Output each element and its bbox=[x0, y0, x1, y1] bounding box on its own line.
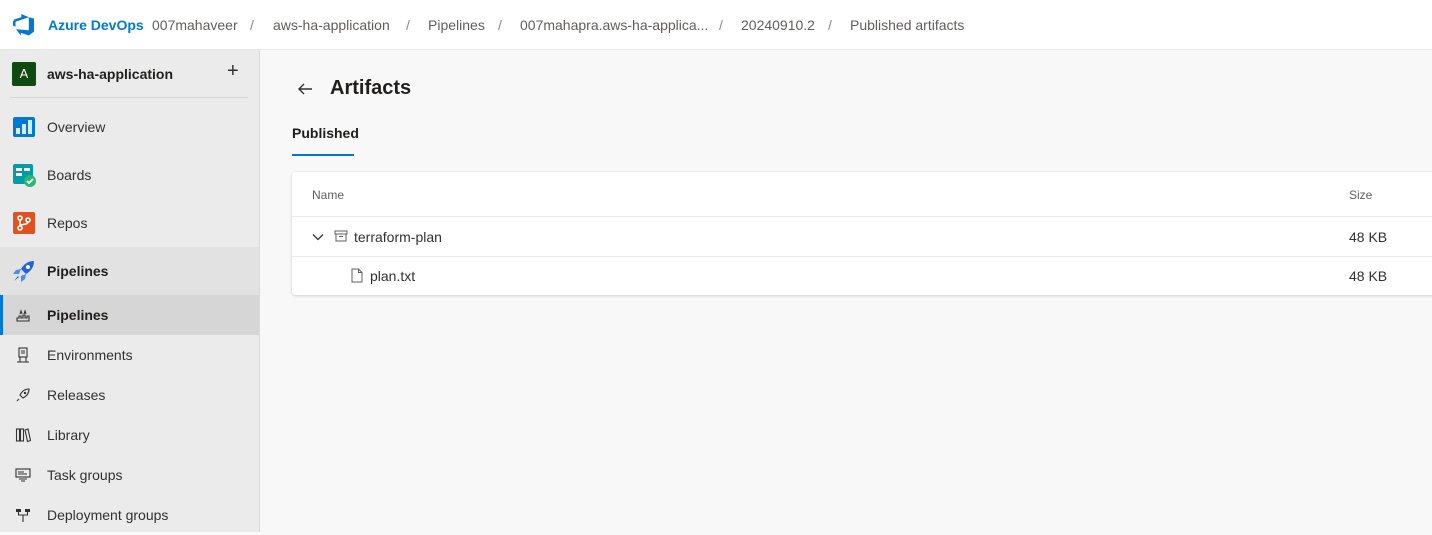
sidebar-subitem-library[interactable]: Library bbox=[0, 415, 259, 455]
tab-published[interactable]: Published bbox=[292, 125, 359, 141]
breadcrumb-organization[interactable]: 007mahaveer bbox=[152, 17, 238, 33]
sidebar-item-label: Pipelines bbox=[47, 263, 109, 279]
table-row[interactable]: plan.txt 48 KB bbox=[292, 256, 1432, 295]
azure-devops-logo-icon[interactable] bbox=[13, 14, 35, 36]
divider bbox=[10, 97, 248, 98]
sidebar: A aws-ha-application + Overview Boards R… bbox=[0, 50, 260, 532]
sidebar-subitem-environments[interactable]: Environments bbox=[0, 335, 259, 375]
sidebar-item-label: Pipelines bbox=[47, 307, 109, 323]
breadcrumb-run[interactable]: 20240910.2 bbox=[741, 17, 815, 33]
pipelines-icon bbox=[13, 261, 34, 282]
task-groups-icon bbox=[15, 468, 31, 482]
artifact-name[interactable]: terraform-plan bbox=[354, 229, 442, 245]
releases-icon bbox=[16, 388, 30, 402]
sidebar-item-label: Deployment groups bbox=[47, 507, 169, 523]
sidebar-item-label: Task groups bbox=[47, 467, 123, 483]
file-name[interactable]: plan.txt bbox=[370, 268, 415, 284]
breadcrumb-pipeline[interactable]: 007mahapra.aws-ha-applica... bbox=[520, 17, 708, 33]
main-content: Artifacts Published Name Size terraform-… bbox=[260, 50, 1432, 532]
column-header-size[interactable]: Size bbox=[1349, 188, 1372, 202]
sidebar-item-label: Repos bbox=[47, 215, 88, 231]
sidebar-item-label: Environments bbox=[47, 347, 133, 363]
file-size: 48 KB bbox=[1349, 268, 1388, 284]
overview-icon bbox=[13, 117, 35, 137]
artifact-size: 48 KB bbox=[1349, 229, 1388, 245]
artifact-icon bbox=[334, 230, 348, 242]
page-title: Artifacts bbox=[330, 77, 412, 99]
project-avatar: A bbox=[12, 62, 36, 86]
chevron-down-icon[interactable] bbox=[311, 230, 325, 244]
back-arrow-icon[interactable] bbox=[296, 80, 314, 98]
pipelines-rocket-icon bbox=[16, 309, 30, 322]
breadcrumb-project[interactable]: aws-ha-application bbox=[273, 17, 390, 33]
project-name[interactable]: aws-ha-application bbox=[47, 66, 173, 82]
sidebar-item-boards[interactable]: Boards bbox=[0, 151, 259, 199]
sidebar-item-overview[interactable]: Overview bbox=[0, 103, 259, 151]
sidebar-item-label: Releases bbox=[47, 387, 106, 403]
column-header-name[interactable]: Name bbox=[312, 188, 344, 202]
sidebar-subitem-releases[interactable]: Releases bbox=[0, 375, 259, 415]
breadcrumb-separator: / bbox=[828, 17, 832, 33]
breadcrumb-separator: / bbox=[406, 17, 410, 33]
top-bar: Azure DevOps 007mahaveer / aws-ha-applic… bbox=[0, 0, 1432, 50]
tab-selected-indicator bbox=[292, 154, 354, 156]
sidebar-item-label: Overview bbox=[47, 119, 106, 135]
boards-icon bbox=[13, 164, 36, 187]
project-header[interactable]: A aws-ha-application + bbox=[0, 50, 260, 98]
sidebar-item-label: Boards bbox=[47, 167, 92, 183]
breadcrumb-separator: / bbox=[498, 17, 502, 33]
library-icon bbox=[15, 428, 31, 443]
deployment-groups-icon bbox=[16, 509, 30, 522]
breadcrumb-separator: / bbox=[250, 17, 254, 33]
table-row[interactable]: terraform-plan 48 KB bbox=[292, 217, 1432, 256]
repos-icon bbox=[13, 212, 35, 234]
breadcrumb-separator: / bbox=[719, 17, 723, 33]
add-icon[interactable]: + bbox=[227, 61, 239, 81]
breadcrumb-pipelines[interactable]: Pipelines bbox=[428, 17, 485, 33]
sidebar-subitem-pipelines[interactable]: Pipelines bbox=[0, 295, 259, 335]
breadcrumb-current-page: Published artifacts bbox=[850, 17, 965, 33]
sidebar-item-repos[interactable]: Repos bbox=[0, 199, 259, 247]
environments-icon bbox=[17, 347, 29, 363]
artifacts-table: Name Size terraform-plan 48 KB plan.txt … bbox=[292, 172, 1432, 295]
sidebar-subitem-task-groups[interactable]: Task groups bbox=[0, 455, 259, 495]
file-icon bbox=[351, 268, 363, 283]
brand-name[interactable]: Azure DevOps bbox=[48, 17, 144, 33]
sidebar-item-pipelines[interactable]: Pipelines bbox=[0, 247, 259, 295]
sidebar-item-label: Library bbox=[47, 427, 90, 443]
sidebar-subitem-deployment-groups[interactable]: Deployment groups bbox=[0, 495, 259, 535]
